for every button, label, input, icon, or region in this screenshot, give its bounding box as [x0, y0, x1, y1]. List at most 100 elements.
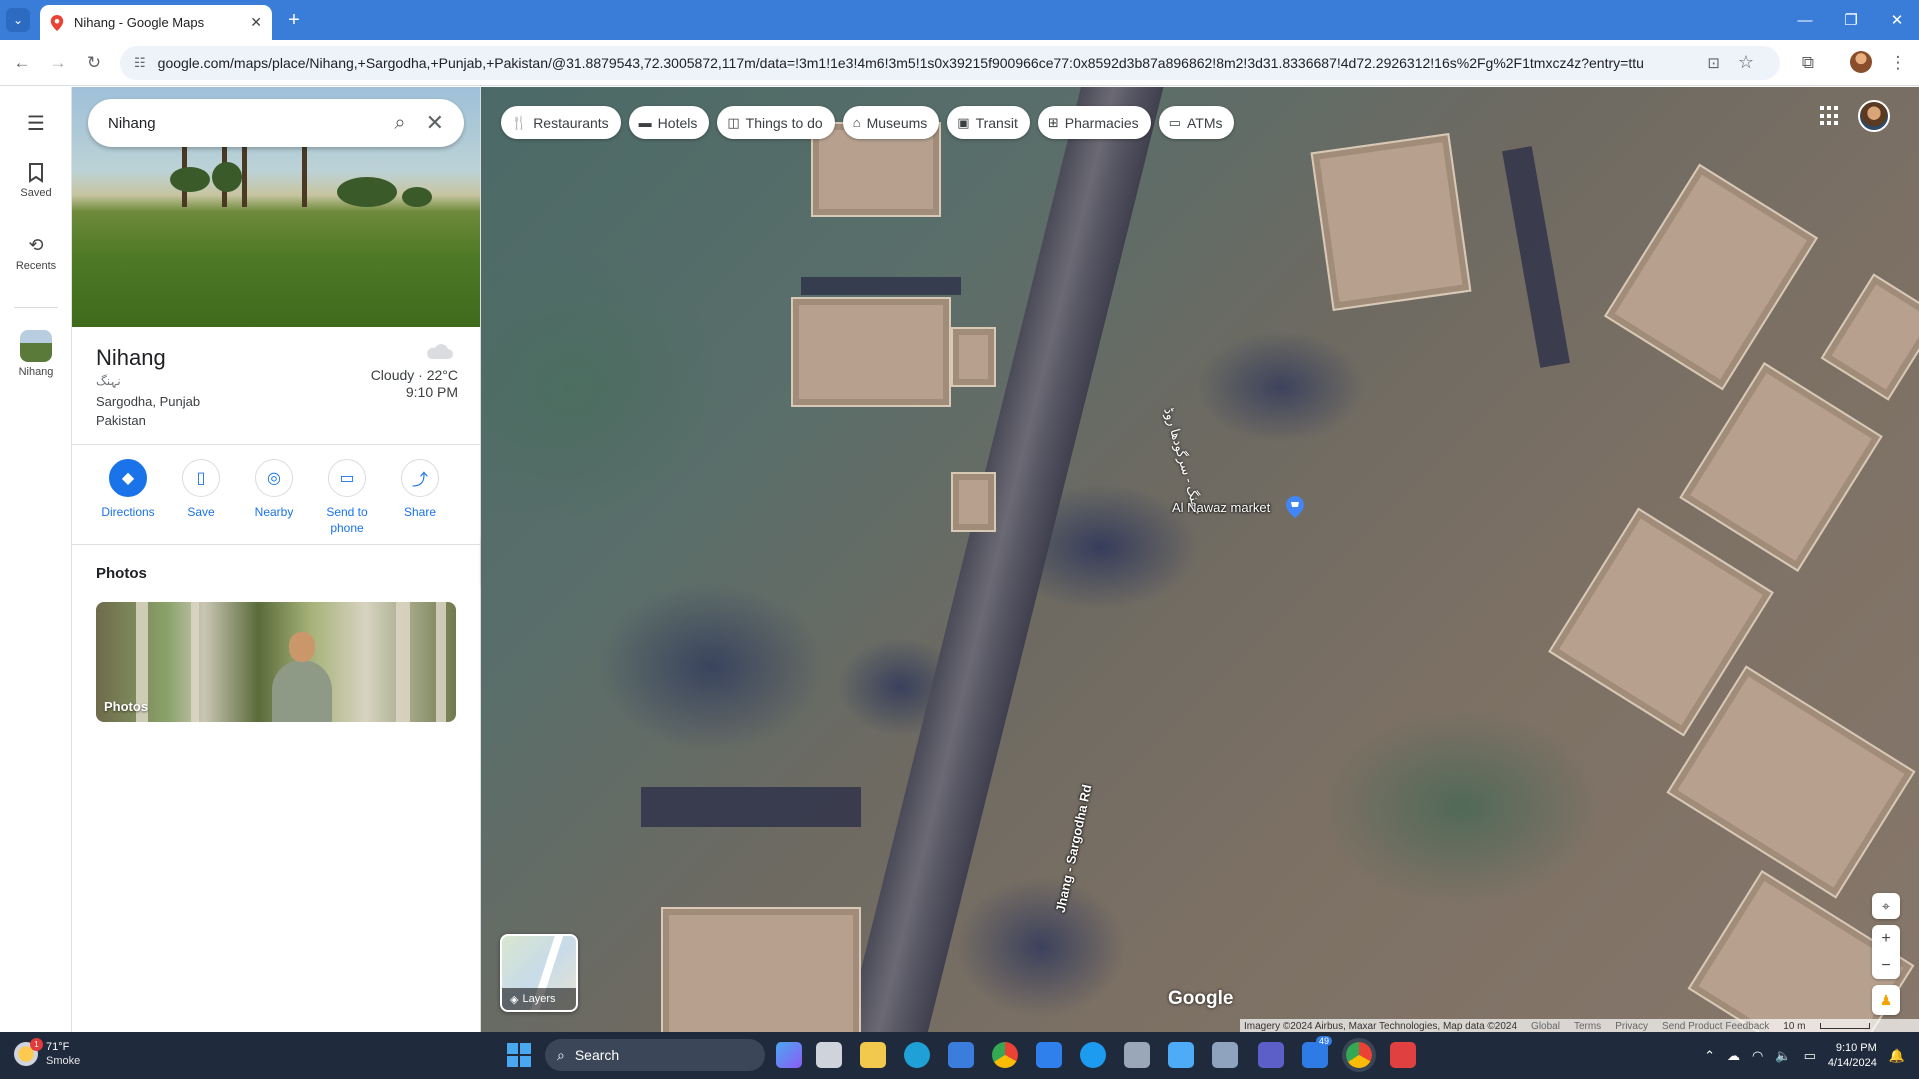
- chip-museums[interactable]: ⌂ Museums: [842, 106, 940, 139]
- copilot-icon[interactable]: [776, 1042, 802, 1068]
- address-bar[interactable]: ☷ google.com/maps/place/Nihang,+Sargodha…: [120, 46, 1780, 80]
- clock-time: 9:10 PM: [1835, 1041, 1877, 1054]
- photos-heading: Photos: [96, 565, 147, 582]
- bookmark-star-icon[interactable]: ☆: [1738, 52, 1754, 73]
- atm-icon: ▭: [1168, 114, 1181, 130]
- share-button[interactable]: ⤴ Share: [388, 459, 452, 520]
- back-icon[interactable]: ←: [10, 51, 34, 75]
- app-icon[interactable]: [1080, 1042, 1106, 1068]
- building: [1820, 273, 1919, 401]
- close-icon[interactable]: ✕: [426, 110, 444, 136]
- photos-app-icon[interactable]: [1212, 1042, 1238, 1068]
- extensions-icon[interactable]: ⧉: [1796, 51, 1820, 75]
- notifications-icon[interactable]: 🔔: [1889, 1048, 1905, 1064]
- footer-link-feedback[interactable]: Send Product Feedback: [1662, 1021, 1769, 1032]
- rail-item-nihang[interactable]: Nihang: [0, 330, 72, 378]
- task-view-icon[interactable]: [816, 1042, 842, 1068]
- bookmark-icon: ▯: [182, 459, 220, 497]
- rail-divider: [14, 307, 58, 308]
- nearby-button[interactable]: ◎ Nearby: [242, 459, 306, 520]
- outlook-icon[interactable]: 49: [1302, 1036, 1333, 1068]
- snipping-tool-icon[interactable]: [1390, 1042, 1416, 1068]
- battery-icon[interactable]: ▭: [1804, 1048, 1816, 1064]
- file-explorer-icon[interactable]: [860, 1042, 886, 1068]
- tab-close-icon[interactable]: ✕: [250, 14, 262, 31]
- zoom-out-icon[interactable]: −: [1872, 952, 1900, 979]
- pegman-icon[interactable]: ♟: [1872, 985, 1900, 1015]
- chrome-active-icon[interactable]: [1346, 1042, 1372, 1068]
- zoom-in-icon[interactable]: +: [1872, 925, 1900, 952]
- chip-hotels[interactable]: ▬ Hotels: [628, 106, 710, 139]
- chevron-up-icon[interactable]: ⌃: [1704, 1048, 1715, 1064]
- chip-atms[interactable]: ▭ ATMs: [1158, 106, 1235, 139]
- edge-icon[interactable]: [904, 1042, 930, 1068]
- taskbar-search[interactable]: ⌕ Search: [545, 1039, 765, 1071]
- search-icon[interactable]: ⌕: [394, 112, 405, 135]
- directions-button[interactable]: ◆ Directions: [96, 459, 160, 520]
- my-location-icon[interactable]: ⌖: [1872, 893, 1900, 919]
- search-box[interactable]: ⌕ ✕: [88, 99, 464, 147]
- restaurant-icon: 🍴: [511, 114, 528, 130]
- shopping-pin-icon[interactable]: [1286, 496, 1304, 518]
- satellite-map[interactable]: [481, 87, 1919, 1032]
- photos-card[interactable]: Photos: [96, 602, 456, 722]
- chrome-icon[interactable]: [992, 1042, 1018, 1068]
- tree-crown: [170, 167, 210, 192]
- chrome-menu-icon[interactable]: ⋮: [1886, 51, 1910, 75]
- rail-item-label: Saved: [20, 187, 52, 199]
- install-app-icon[interactable]: ⊡: [1707, 54, 1720, 72]
- chip-things-to-do[interactable]: ◫ Things to do: [717, 106, 835, 139]
- category-chips: 🍴 Restaurants ▬ Hotels ◫ Things to do ⌂ Muse…: [501, 106, 1235, 139]
- send-to-phone-button[interactable]: ▭ Send to phone: [315, 459, 379, 536]
- start-button[interactable]: [507, 1043, 531, 1067]
- map-controls: ⌖ + − ♟: [1872, 893, 1900, 1015]
- rail-item-saved[interactable]: Saved: [0, 163, 72, 199]
- scale-bar: [1819, 1023, 1870, 1029]
- weather-badge: 1: [30, 1038, 43, 1051]
- photo-tree-trunk: [436, 602, 446, 722]
- search-input[interactable]: [108, 114, 383, 132]
- road: [825, 87, 1179, 1032]
- volume-icon[interactable]: 🔈: [1775, 1048, 1791, 1064]
- reload-icon[interactable]: ↻: [82, 51, 106, 75]
- scale-label[interactable]: 10 m: [1783, 1021, 1805, 1032]
- restore-icon[interactable]: ❐: [1836, 8, 1866, 32]
- chip-pharmacies[interactable]: ⊞ Pharmacies: [1037, 106, 1151, 139]
- footer-link-terms[interactable]: Terms: [1574, 1021, 1601, 1032]
- teams-icon[interactable]: [1258, 1042, 1284, 1068]
- google-apps-icon[interactable]: [1820, 106, 1840, 126]
- poi-label[interactable]: Al Nawaz market: [1172, 500, 1270, 515]
- save-button[interactable]: ▯ Save: [169, 459, 233, 520]
- menu-button[interactable]: ☰: [0, 111, 72, 136]
- notepad-icon[interactable]: [1168, 1042, 1194, 1068]
- site-info-icon[interactable]: ☷: [134, 55, 146, 71]
- network-tool-icon[interactable]: [1124, 1042, 1150, 1068]
- onedrive-icon[interactable]: ☁: [1727, 1048, 1740, 1064]
- vscode-icon[interactable]: [1036, 1042, 1062, 1068]
- chip-label: Restaurants: [533, 114, 609, 131]
- photo-tree-trunk: [191, 602, 199, 722]
- wifi-icon[interactable]: ◠: [1752, 1048, 1763, 1064]
- address-bar-url: google.com/maps/place/Nihang,+Sargodha,+…: [157, 55, 1644, 71]
- building: [951, 472, 996, 532]
- clock[interactable]: 9:10 PM 4/14/2024: [1828, 1041, 1877, 1071]
- minimize-icon[interactable]: —: [1790, 8, 1820, 32]
- chip-restaurants[interactable]: 🍴 Restaurants: [501, 106, 621, 139]
- store-icon[interactable]: [948, 1042, 974, 1068]
- chrome-profile-avatar[interactable]: [1850, 51, 1872, 73]
- chip-transit[interactable]: ▣ Transit: [947, 106, 1030, 139]
- rail-item-recents[interactable]: ⟲ Recents: [0, 235, 72, 272]
- browser-tab-active[interactable]: Nihang - Google Maps ✕: [40, 5, 272, 40]
- account-avatar[interactable]: [1858, 100, 1890, 132]
- footer-link-global[interactable]: Global: [1531, 1021, 1560, 1032]
- transit-icon: ▣: [957, 114, 970, 130]
- new-tab-icon[interactable]: +: [282, 8, 306, 32]
- footer-link-privacy[interactable]: Privacy: [1615, 1021, 1648, 1032]
- forward-icon[interactable]: →: [46, 51, 70, 75]
- window-close-icon[interactable]: ✕: [1882, 8, 1912, 32]
- layers-button[interactable]: ◈ Layers: [500, 934, 578, 1012]
- place-address-line2: Pakistan: [96, 413, 146, 428]
- taskbar-weather[interactable]: 1 71°F Smoke: [14, 1038, 80, 1068]
- tree-crown: [402, 187, 432, 207]
- tab-search-icon[interactable]: ⌄: [6, 8, 30, 32]
